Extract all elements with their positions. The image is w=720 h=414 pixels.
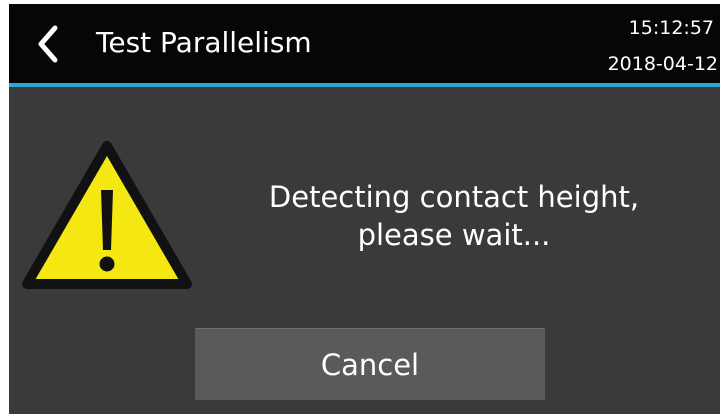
clock-time: 15:12:57 — [628, 17, 714, 39]
page-title: Test Parallelism — [96, 26, 312, 59]
header-bar: Test Parallelism 15:12:57 2018-04-12 — [9, 4, 720, 83]
back-button[interactable] — [29, 22, 69, 66]
chevron-left-icon — [38, 25, 58, 63]
status-message-line-2: please wait... — [357, 218, 551, 252]
clock-date: 2018-04-12 — [607, 53, 718, 75]
status-message-line-1: Detecting contact height, — [268, 180, 640, 214]
device-screen: Test Parallelism 15:12:57 2018-04-12 Det… — [9, 4, 720, 414]
warning-icon — [21, 138, 193, 294]
header-divider — [9, 83, 720, 87]
cancel-button[interactable]: Cancel — [195, 328, 545, 400]
status-message: Detecting contact height, please wait... — [234, 178, 674, 254]
